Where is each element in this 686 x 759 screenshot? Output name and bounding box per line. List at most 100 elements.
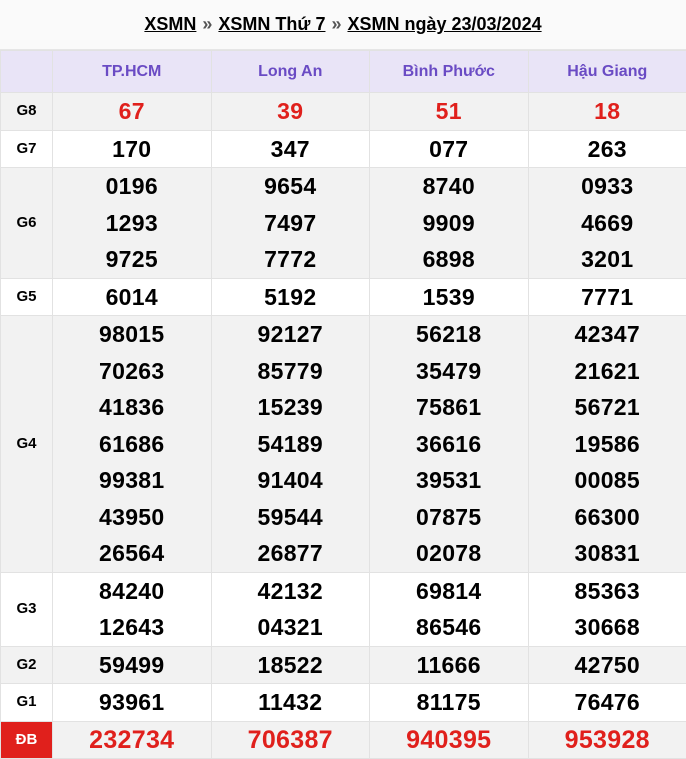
prize-label: G2 [16,655,37,673]
result-number: 59544 [257,503,323,530]
result-number: 1293 [105,209,158,236]
result-cell-tphcm: 6014 [52,277,212,316]
result-cell-binh-phuoc: 69814 86546 [369,571,529,647]
result-cell-long-an: 5192 [210,277,370,316]
result-number: 9909 [422,209,475,236]
result-number: 30668 [574,614,640,640]
result-cell-binh-phuoc: 51 [369,92,529,131]
result-number: 12643 [99,614,165,640]
prize-row-g2: G2 59499 18522 11666 42750 [0,645,686,684]
result-number: 41836 [99,394,165,420]
prize-row-g6: G6 0196 1293 9725 9654 7497 7772 8740 9909 6898 09… [0,167,686,279]
result-cell-long-an: 39 [210,92,370,131]
prize-label-cell: G1 [0,683,53,722]
result-number: 86546 [416,614,482,640]
result-number: 85779 [257,357,323,384]
result-cell-hau-giang: 7771 [527,277,686,316]
breadcrumb-link-xsmn-date[interactable]: XSMN ngày 23/03/2024 [347,14,541,35]
result-number: 5192 [264,283,317,310]
result-number: 59499 [99,651,165,678]
result-number: 232734 [89,725,175,754]
result-number: 7771 [581,283,634,310]
result-cell-tphcm: 170 [52,129,212,168]
result-cell-long-an: 11432 [210,683,370,722]
province-header-row: TP.HCM Long An Bình Phước Hậu Giang [0,50,686,93]
result-number: 11666 [416,651,481,678]
result-number: 6014 [105,283,158,310]
results-body: G8 67 39 51 18 G7 170 347 077 263 G6 0196 1293 9725 96… [0,92,686,759]
result-number: 61686 [99,430,165,457]
prize-label-cell: G2 [0,645,53,684]
result-cell-hau-giang: 85363 30668 [527,571,686,647]
result-number: 26877 [257,540,323,566]
prize-label-cell: G8 [0,92,53,131]
result-cell-long-an: 92127 85779 15239 54189 91404 59544 26877 [210,315,370,573]
result-number: 04321 [257,614,323,640]
result-number: 76476 [574,689,640,715]
result-number: 67 [118,98,145,124]
breadcrumb: XSMN » XSMN Thứ 7 » XSMN ngày 23/03/2024 [0,0,686,50]
result-number: 21621 [574,357,640,384]
result-number: 99381 [99,467,165,493]
result-number: 43950 [99,503,165,530]
result-number: 077 [429,135,469,162]
result-number: 7772 [264,246,317,272]
prize-row-g8: G8 67 39 51 18 [0,92,686,131]
prize-label: G8 [16,102,37,120]
result-cell-long-an: 9654 7497 7772 [210,167,370,279]
result-number: 8740 [422,173,475,199]
province-header-hau-giang[interactable]: Hậu Giang [527,50,686,93]
result-cell-hau-giang: 263 [527,129,686,168]
result-number: 7497 [264,209,317,236]
prize-label-cell: G5 [0,277,53,316]
result-number: 42347 [574,321,640,347]
province-header-long-an[interactable]: Long An [210,50,370,93]
result-number: 706387 [247,725,333,754]
breadcrumb-link-xsmn[interactable]: XSMN [144,14,196,35]
result-number: 263 [587,135,627,162]
result-number: 940395 [406,725,492,754]
result-number: 0933 [581,173,634,199]
result-number: 36616 [416,430,482,457]
result-cell-hau-giang: 0933 4669 3201 [527,167,686,279]
result-cell-tphcm: 98015 70263 41836 61686 99381 43950 26564 [52,315,212,573]
result-cell-hau-giang: 76476 [527,683,686,722]
result-number: 347 [270,135,310,162]
result-number: 69814 [416,577,482,604]
header-corner-cell [0,50,53,93]
prize-row-g7: G7 170 347 077 263 [0,129,686,168]
province-header-binh-phuoc[interactable]: Bình Phước [369,50,529,93]
result-number: 75861 [416,394,482,420]
prize-label-cell: G4 [0,315,53,573]
result-number: 4669 [581,209,634,236]
result-number: 56218 [416,321,482,347]
prize-row-g3: G3 84240 12643 42132 04321 69814 86546 85363 306… [0,571,686,647]
result-number: 18 [594,98,621,124]
result-number: 70263 [99,357,165,384]
result-number: 07875 [416,503,482,530]
result-cell-tphcm: 0196 1293 9725 [52,167,212,279]
prize-label-cell: G6 [0,167,53,279]
result-number: 15239 [257,394,323,420]
result-number: 92127 [257,321,323,347]
result-number: 85363 [574,577,640,604]
prize-row-g1: G1 93961 11432 81175 76476 [0,683,686,722]
result-number: 84240 [99,577,165,604]
result-number: 19586 [574,430,640,457]
result-number: 0196 [105,173,158,199]
result-number: 11432 [258,689,323,715]
result-number: 39 [277,98,304,124]
province-header-tphcm[interactable]: TP.HCM [52,50,212,93]
result-cell-tphcm: 59499 [52,645,212,684]
breadcrumb-link-xsmn-saturday[interactable]: XSMN Thứ 7 [218,14,325,35]
result-cell-binh-phuoc: 077 [369,129,529,168]
prize-row-db: ĐB 232734 706387 940395 953928 [0,720,686,759]
result-number: 3201 [581,246,634,272]
result-cell-binh-phuoc: 1539 [369,277,529,316]
result-number: 35479 [416,357,482,384]
result-number: 51 [435,98,462,124]
prize-row-g4: G4 98015 70263 41836 61686 99381 43950 26564 921… [0,315,686,573]
prize-label: G5 [16,287,37,305]
result-cell-long-an: 347 [210,129,370,168]
prize-row-g5: G5 6014 5192 1539 7771 [0,277,686,316]
